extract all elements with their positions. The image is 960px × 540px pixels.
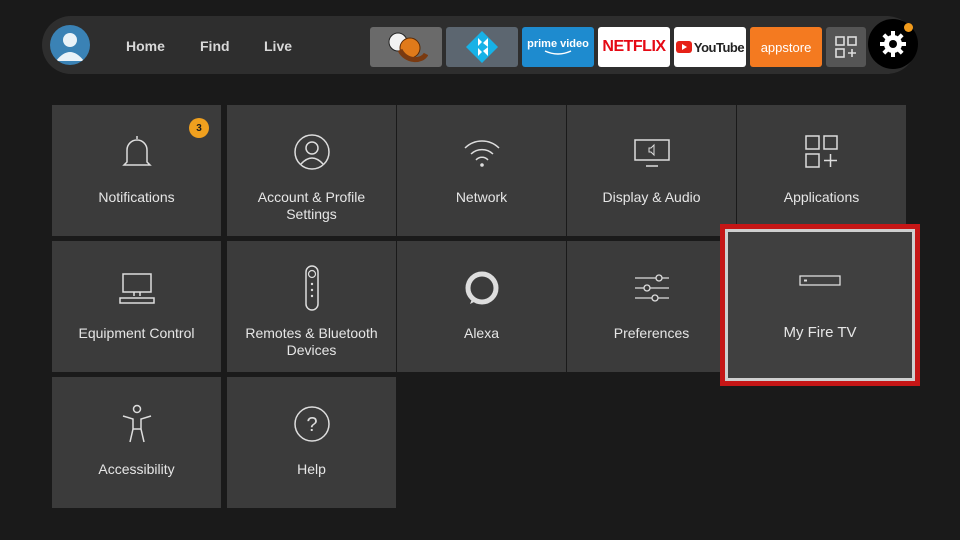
apps-grid-icon — [804, 135, 838, 168]
youtube-play-icon — [675, 41, 692, 53]
sports-balls-icon — [388, 32, 428, 62]
all-apps-button[interactable] — [826, 27, 866, 67]
tile-label: Help — [297, 461, 326, 477]
app-prime-video[interactable]: prime video — [522, 27, 594, 67]
nav-home[interactable]: Home — [126, 38, 165, 54]
help-icon: ? — [293, 406, 330, 442]
tile-label: Equipment Control — [78, 325, 195, 341]
app-appstore[interactable]: appstore — [750, 27, 822, 67]
tile-label: Accessibility — [98, 461, 175, 477]
tile-label: Applications — [783, 189, 860, 205]
tile-label: Notifications — [98, 189, 175, 205]
tile-label: Display & Audio — [602, 189, 701, 205]
tile-network[interactable]: Network — [397, 105, 566, 236]
app-kodi[interactable] — [446, 27, 518, 67]
tile-my-fire-tv[interactable]: My Fire TV — [720, 224, 920, 386]
person-icon — [293, 134, 330, 170]
tile-account-profile[interactable]: Account & Profile Settings — [227, 105, 396, 236]
fire-tv-device-icon — [799, 275, 841, 286]
monitor-icon — [633, 139, 670, 167]
tile-alexa[interactable]: Alexa — [397, 241, 566, 372]
youtube-label: YouTube — [693, 39, 745, 55]
tile-help[interactable]: ? Help — [227, 377, 396, 508]
notification-count-badge: 3 — [189, 118, 209, 138]
focused-tile-body: My Fire TV — [725, 229, 915, 381]
tile-notifications[interactable]: 3 Notifications — [52, 105, 221, 236]
tile-equipment-control[interactable]: Equipment Control — [52, 241, 221, 372]
tile-label: My Fire TV — [783, 324, 857, 341]
app-youtube[interactable]: YouTube — [674, 27, 746, 67]
svg-text:?: ? — [306, 414, 317, 436]
tile-label: Remotes & Bluetooth Devices — [245, 325, 378, 358]
kodi-logo-icon — [466, 31, 498, 63]
accessibility-icon — [122, 404, 151, 443]
tile-remotes-bluetooth[interactable]: Remotes & Bluetooth Devices — [227, 241, 396, 372]
remote-icon — [304, 265, 319, 311]
tile-label: Preferences — [613, 325, 690, 341]
alexa-ring-icon — [465, 271, 498, 305]
wifi-icon — [463, 140, 500, 167]
netflix-label: NETFLIX — [602, 38, 666, 55]
apps-grid-plus-icon — [835, 36, 857, 58]
profile-avatar[interactable] — [50, 25, 90, 65]
tile-label: Network — [455, 189, 508, 205]
tile-label: Account & Profile Settings — [257, 189, 366, 222]
tile-display-audio[interactable]: Display & Audio — [567, 105, 736, 236]
tile-preferences[interactable]: Preferences — [567, 241, 736, 372]
gear-icon — [880, 31, 906, 57]
nav-live[interactable]: Live — [264, 38, 292, 54]
user-avatar-icon — [56, 33, 84, 61]
tv-equipment-icon — [118, 273, 155, 304]
sliders-icon — [634, 274, 669, 302]
tile-label: Alexa — [463, 325, 500, 341]
settings-notification-dot — [904, 23, 913, 32]
tile-applications[interactable]: Applications — [737, 105, 906, 236]
app-sports[interactable] — [370, 27, 442, 67]
appstore-label: appstore — [760, 39, 812, 55]
app-netflix[interactable]: NETFLIX — [598, 27, 670, 67]
nav-find[interactable]: Find — [200, 38, 230, 54]
tile-accessibility[interactable]: Accessibility — [52, 377, 221, 508]
prime-video-label: prime video — [527, 38, 589, 50]
bell-icon — [121, 136, 152, 166]
top-nav-bar: Home Find Live prime video NETFLIX YouTu… — [42, 16, 918, 74]
amazon-smile-icon — [544, 50, 572, 55]
